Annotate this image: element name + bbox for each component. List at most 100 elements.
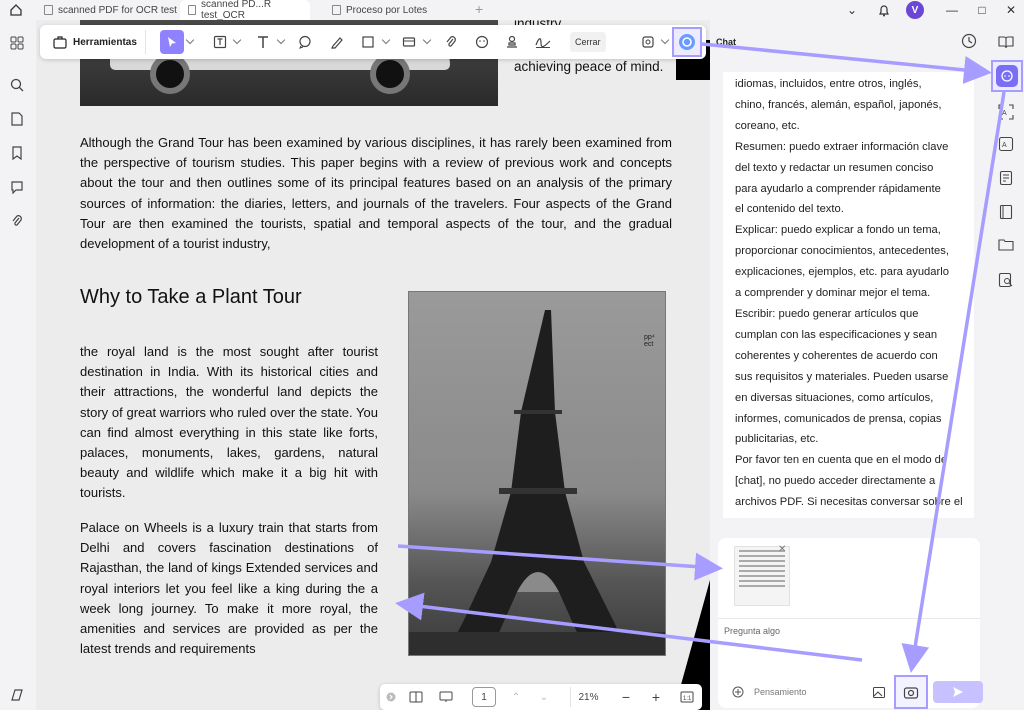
- bookmark-icon[interactable]: [8, 144, 26, 162]
- presentation-icon[interactable]: [436, 687, 456, 707]
- tools-button[interactable]: Herramientas: [45, 30, 146, 54]
- search-document-icon[interactable]: [996, 270, 1016, 290]
- tab-batch-process[interactable]: Proceso por Lotes: [324, 0, 435, 20]
- signature-icon[interactable]: [531, 30, 555, 54]
- svg-text:1:1: 1:1: [683, 696, 692, 702]
- chevron-down-icon[interactable]: [422, 35, 432, 45]
- chat-message-line: explicaciones, ejemplos, etc. para ayuda…: [735, 266, 949, 279]
- avatar[interactable]: V: [906, 1, 924, 19]
- reading-mode-icon[interactable]: [406, 687, 426, 707]
- attachment-icon[interactable]: [439, 30, 463, 54]
- remove-thumbnail-icon[interactable]: ✕: [778, 544, 786, 555]
- maximize-button[interactable]: □: [970, 0, 994, 20]
- chat-message-line: Por favor ten en cuenta que en el modo d…: [735, 454, 948, 467]
- chevron-down-icon[interactable]: [276, 35, 286, 45]
- chevron-down-icon[interactable]: [660, 35, 670, 45]
- comment-icon[interactable]: [293, 30, 317, 54]
- eiffel-tower-photo: pp⁴ ect: [408, 291, 666, 656]
- svg-text:A: A: [1002, 110, 1007, 117]
- chevron-down-icon[interactable]: [381, 35, 391, 45]
- chat-input-area: ✕ Pregunta algo Pensamiento: [718, 538, 983, 709]
- chat-message-line: sus requisitos y materiales. Pueden usar…: [735, 370, 949, 383]
- chevron-down-icon[interactable]: ⌄: [536, 687, 552, 707]
- stamp-icon[interactable]: [397, 30, 421, 54]
- body-paragraph: the royal land is the most sought after …: [80, 344, 378, 501]
- fit-page-icon[interactable]: 1:1: [678, 687, 696, 707]
- title-bar: scanned PDF for OCR test scanned PD...R …: [0, 0, 1024, 21]
- tools-label: Herramientas: [73, 36, 137, 48]
- question-input[interactable]: Pregunta algo: [724, 626, 780, 636]
- close-window-button[interactable]: ✕: [999, 0, 1023, 20]
- thinking-icon: [732, 686, 744, 698]
- ocr-icon[interactable]: A: [996, 102, 1016, 122]
- text-box-icon[interactable]: [208, 30, 232, 54]
- chat-message-line: el contenido del texto.: [735, 203, 844, 216]
- annotation-toolbar: Herramientas Cerrar: [40, 25, 706, 59]
- send-button[interactable]: [933, 681, 983, 703]
- layers-icon[interactable]: [8, 686, 26, 704]
- screenshot-button[interactable]: [894, 675, 928, 709]
- ai-stamp-icon[interactable]: [636, 30, 660, 54]
- text-icon[interactable]: [251, 30, 275, 54]
- intro-paragraph: Although the Grand Tour has been examine…: [80, 135, 672, 252]
- chat-message-line: para ayudarlo a comprender rápidamente: [735, 182, 941, 195]
- comment-icon[interactable]: [8, 178, 26, 196]
- thinking-label: Pensamiento: [754, 687, 807, 697]
- chat-message-line: Explicar: puedo explicar a fondo un tema…: [735, 224, 941, 237]
- search-icon[interactable]: [8, 76, 26, 94]
- book-open-icon[interactable]: [996, 32, 1016, 52]
- right-tool-strip: A A: [988, 20, 1024, 710]
- side-text-line: achieving peace of mind.: [514, 59, 664, 74]
- thinking-toggle[interactable]: Pensamiento: [732, 686, 807, 698]
- attachment-icon[interactable]: [8, 212, 26, 230]
- ai-assistant-button[interactable]: [672, 27, 702, 57]
- document-icon: [188, 5, 197, 15]
- chevron-down-icon[interactable]: ⌄: [840, 0, 864, 20]
- page-icon[interactable]: [8, 110, 26, 128]
- rectangle-icon[interactable]: [356, 30, 380, 54]
- folder-icon[interactable]: [996, 234, 1016, 254]
- chat-message-line: idiomas, incluidos, entre otros, inglés,: [735, 78, 922, 90]
- chat-title: Chat: [716, 37, 736, 47]
- signature-stamp-icon[interactable]: [500, 30, 524, 54]
- collapse-icon[interactable]: [384, 687, 398, 707]
- history-icon[interactable]: [960, 32, 978, 50]
- chat-message-line: publicitarias, etc.: [735, 433, 819, 446]
- tab-label: scanned PD...R test_OCR: [201, 0, 272, 21]
- tab-scanned-ocr[interactable]: scanned PD...R test_OCR: [180, 0, 310, 21]
- form-icon[interactable]: [996, 168, 1016, 188]
- chevron-down-icon[interactable]: [185, 35, 195, 45]
- pages-icon[interactable]: [996, 202, 1016, 222]
- pen-icon[interactable]: [325, 30, 349, 54]
- select-cursor-icon[interactable]: [160, 30, 184, 54]
- home-icon[interactable]: [6, 1, 26, 19]
- close-toolbar-button[interactable]: Cerrar: [570, 32, 606, 52]
- translate-icon[interactable]: A: [996, 134, 1016, 154]
- chat-message-line: a comprender y dominar mejor el tema.: [735, 287, 931, 300]
- new-tab-button[interactable]: +: [475, 1, 483, 17]
- grid-icon[interactable]: [8, 34, 26, 52]
- chat-message-line: informes, comunicados de prensa, copias: [735, 412, 942, 425]
- minimize-button[interactable]: —: [940, 0, 964, 20]
- image-upload-icon[interactable]: [870, 683, 888, 701]
- ai-chat-button[interactable]: [991, 60, 1023, 92]
- tab-scanned-pdf[interactable]: scanned PDF for OCR test: [36, 0, 185, 20]
- chevron-down-icon[interactable]: [232, 35, 242, 45]
- document-viewer[interactable]: industry, elpfu achieving peace of mind.…: [36, 20, 710, 710]
- zoom-out-button[interactable]: −: [618, 687, 634, 707]
- chat-message-line: coherentes y coherentes de acuerdo con: [735, 349, 938, 362]
- chat-message: idiomas, incluidos, entre otros, inglés,…: [723, 72, 974, 518]
- screenshot-thumbnail[interactable]: [734, 546, 790, 606]
- zoom-in-button[interactable]: +: [648, 687, 664, 707]
- bell-icon[interactable]: [872, 0, 896, 20]
- zoom-level[interactable]: 21%: [570, 687, 606, 707]
- ai-logo-icon: [679, 34, 695, 50]
- chat-message-line: [chat], no puedo acceder directamente a: [735, 475, 936, 488]
- photo-annotation: pp⁴ ect: [644, 334, 655, 348]
- page-number-input[interactable]: 1: [472, 687, 496, 707]
- chevron-up-icon[interactable]: ⌃: [508, 687, 524, 707]
- tab-label: scanned PDF for OCR test: [58, 4, 177, 16]
- tab-label: Proceso por Lotes: [346, 4, 428, 16]
- sticker-icon[interactable]: [470, 30, 494, 54]
- chat-message-line: del texto y redactar un resumen conciso: [735, 161, 934, 174]
